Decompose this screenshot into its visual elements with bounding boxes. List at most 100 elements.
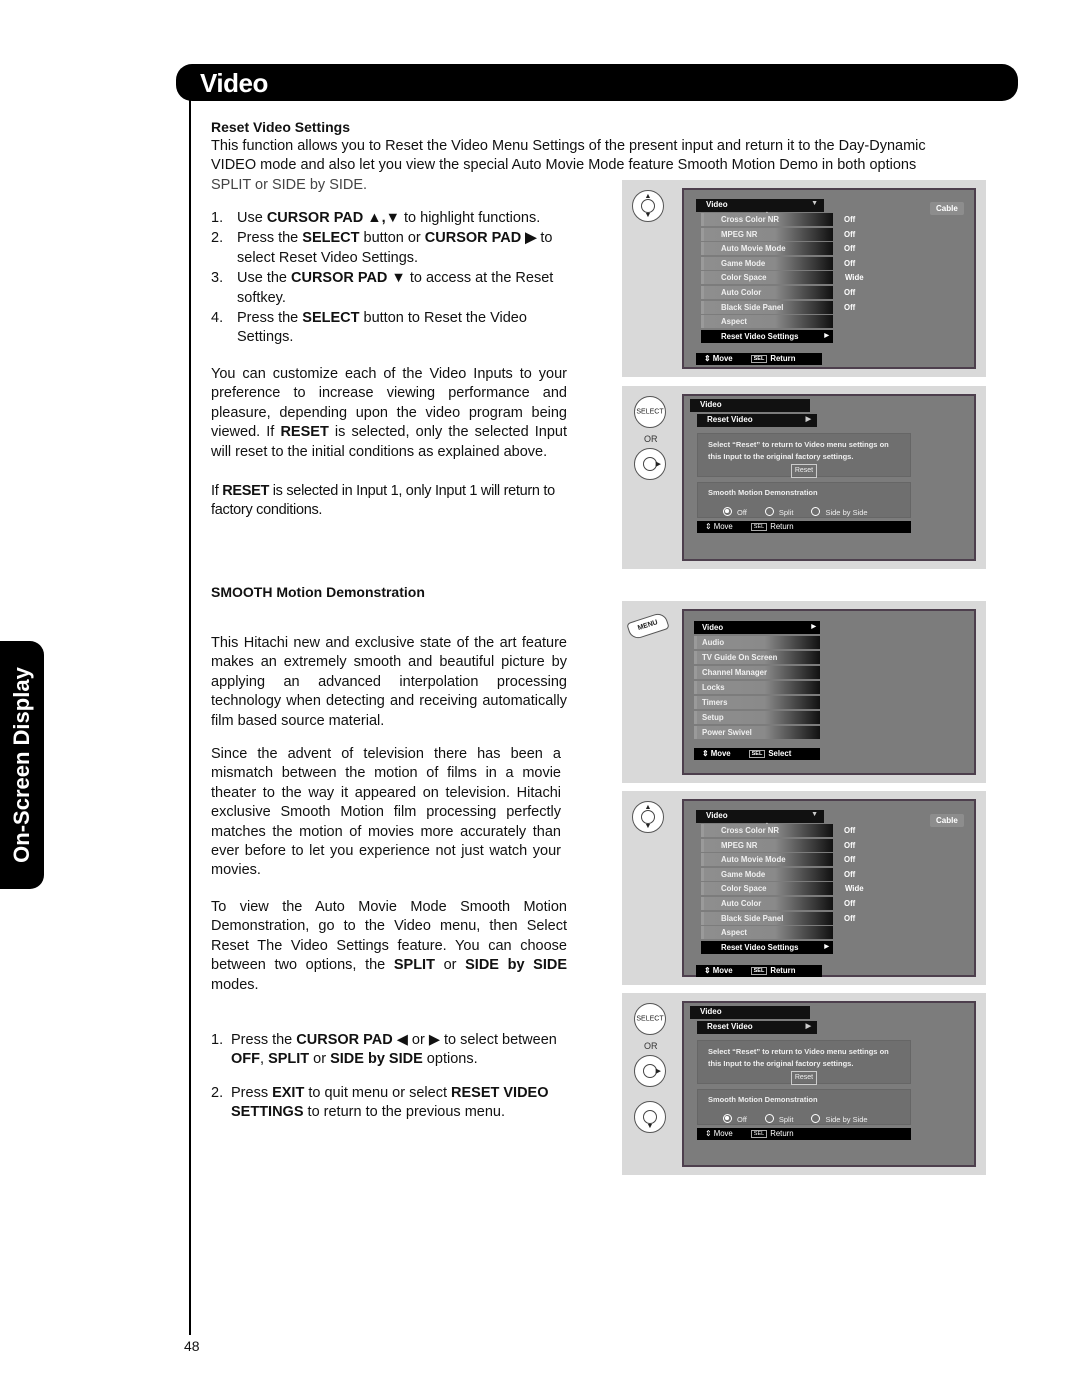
menu-footer: ⇕ Move SEL Return [696, 353, 822, 365]
menu-item-locks[interactable]: Locks [694, 681, 820, 694]
section-header: Video [176, 64, 1018, 101]
body-text: ◀ or ▶ to select between [392, 1032, 557, 1048]
menu-item-auto-movie-mode[interactable]: Auto Movie Mode [701, 242, 833, 256]
menu-item-timers[interactable]: Timers [694, 696, 820, 709]
radio-option-side-by-side[interactable]: Side by Side [811, 1114, 868, 1124]
menu-item-value: Off [844, 840, 856, 850]
step-item: 2. Press the SELECT button or CURSOR PAD … [211, 229, 567, 268]
menu-item-label: Auto Color [721, 899, 762, 908]
smooth-demo-box: Smooth Motion Demonstration Off Split Side… [697, 482, 911, 518]
reset-intro: This function allows you to Reset the Vi… [211, 138, 926, 174]
menu-item-auto-color[interactable]: Auto Color [701, 897, 833, 910]
radio-option-off[interactable]: Off [723, 1114, 747, 1124]
menu-item-audio[interactable]: Audio [694, 636, 820, 649]
menu-item-value: Off [844, 855, 856, 865]
menu-item-reset-video-settings[interactable]: Reset Video Settings ▶ [701, 940, 833, 954]
menu-item-label: Auto Movie Mode [721, 855, 786, 865]
radio-icon [764, 1114, 774, 1123]
menu-item-tv-guide-on-screen[interactable]: TV Guide On Screen [694, 651, 820, 664]
cursor-right-icon: ▶ [634, 1055, 666, 1087]
radio-label: Side by Side [825, 508, 868, 517]
menu-item-game-mode[interactable]: Game Mode [701, 256, 833, 270]
menu-item-aspect[interactable]: Aspect [701, 315, 833, 329]
step-item: 3. Use the CURSOR PAD ▼ to access at the … [211, 269, 567, 308]
menu-item-label: Reset Video Settings [721, 331, 799, 341]
submenu-arrow-icon: ▶ [824, 943, 829, 950]
menu-item-black-side-panel[interactable]: Black Side Panel [701, 911, 833, 925]
side-tab-label: On-Screen Display [9, 667, 34, 863]
body-text: to return to the previous menu. [303, 1104, 506, 1121]
radio-icon [723, 1114, 732, 1123]
menu-title: Video [690, 1006, 810, 1019]
menu-item-color-space[interactable]: Color Space [701, 882, 833, 896]
body-text: Press the [231, 1032, 297, 1048]
menu-item-value: Off [844, 258, 856, 268]
radio-option-off[interactable]: Off [723, 507, 747, 517]
menu-item-game-mode[interactable]: Game Mode [701, 867, 833, 881]
reset-message: Select “Reset” to return to Video menu s… [708, 1047, 889, 1068]
menu-item-video[interactable]: Video ▶ [694, 621, 820, 634]
menu-footer: ⇕ Move SEL Return [696, 965, 822, 977]
menu-item-label: MPEG NR [721, 840, 758, 850]
video-menu-panel-2: ▲▼ Video▼ ▲ Cable Cross Color NROffMPEG … [622, 791, 986, 985]
emphasis-text: SELECT [302, 230, 360, 247]
menu-item-label: Timers [702, 698, 728, 707]
menu-title: Video ▼ [696, 199, 824, 212]
menu-item-auto-movie-mode[interactable]: Auto Movie Mode [701, 853, 833, 867]
submenu-arrow-icon: ▶ [824, 332, 829, 339]
menu-item-black-side-panel[interactable]: Black Side Panel [701, 300, 833, 314]
menu-item-reset-video-settings[interactable]: Reset Video Settings ▶ [701, 329, 833, 343]
emphasis-text: SPLIT [393, 957, 435, 974]
reset-button[interactable]: Reset [790, 464, 818, 478]
step-number: 3. [211, 270, 224, 287]
source-badge: Cable [930, 814, 964, 827]
reset-menu-panel-1: SELECT OR ▶ Video Reset Video ▶ Select “R… [622, 386, 986, 569]
menu-footer: ⇕ Move SEL Return [697, 521, 911, 533]
menu-item-cross-color-nr[interactable]: Cross Color NR [701, 213, 833, 226]
side-tab: On-Screen Display [0, 641, 44, 889]
body-text: to quit menu or select [304, 1084, 452, 1101]
radio-option-side-by-side[interactable]: Side by Side [811, 507, 868, 517]
emphasis-text: SIDE by SIDE [465, 957, 567, 974]
menu-item-auto-color[interactable]: Auto Color [701, 286, 833, 299]
emphasis-text: SELECT [302, 310, 360, 327]
menu-item-color-space[interactable]: Color Space [701, 271, 833, 285]
tv-screen: Video ▶ Audio TV Guide On Screen Channel Man… [682, 609, 976, 775]
menu-item-label: Channel Manager [702, 668, 767, 677]
reset-paragraph-1: You can customize each of the Video Inpu… [211, 365, 567, 462]
demo-title: Smooth Motion Demonstration [708, 488, 818, 497]
menu-item-setup[interactable]: Setup [694, 711, 820, 724]
step-number: 1. [211, 1032, 224, 1048]
radio-option-split[interactable]: Split [764, 507, 793, 517]
menu-item-power-swivel[interactable]: Power Swivel [694, 726, 820, 739]
reset-button[interactable]: Reset [790, 1071, 818, 1085]
menu-item-label: Locks [702, 683, 725, 692]
reset-paragraph-2: If RESET is selected in Input 1, only In… [211, 482, 571, 521]
tv-screen: Video▼ ▲ Cable Cross Color NROffMPEG NRO… [682, 799, 976, 977]
menu-item-value: Off [844, 826, 856, 835]
menu-item-value: Off [844, 302, 856, 312]
menu-item-label: Power Swivel [702, 728, 752, 737]
menu-item-aspect[interactable]: Aspect [701, 926, 833, 940]
reset-heading: Reset Video Settings [211, 119, 351, 135]
menu-item-mpeg-nr[interactable]: MPEG NR [701, 838, 833, 852]
menu-item-channel-manager[interactable]: Channel Manager [694, 666, 820, 679]
menu-item-label: TV Guide On Screen [702, 653, 778, 662]
submenu-reset-video[interactable]: Reset Video ▶ [697, 1021, 817, 1034]
smooth-paragraph-2: Since the advent of television there has… [211, 746, 561, 879]
menu-item-mpeg-nr[interactable]: MPEG NR [701, 227, 833, 241]
menu-item-label: Black Side Panel [721, 913, 784, 923]
menu-item-label: Color Space [721, 884, 767, 894]
menu-item-label: Cross Color NR [721, 826, 780, 835]
tv-screen: Video▼ ▲ Cable Cross Color NROffMPEG NRO… [682, 188, 976, 369]
menu-item-label: Setup [702, 713, 724, 722]
radio-label: Off [737, 1115, 747, 1124]
menu-item-label: Cross Color NR [721, 215, 780, 224]
radio-option-split[interactable]: Split [764, 1114, 793, 1124]
body-text: modes. [211, 976, 259, 993]
menu-item-label: Auto Movie Mode [721, 244, 786, 254]
menu-item-cross-color-nr[interactable]: Cross Color NR [701, 824, 833, 837]
radio-label: Side by Side [825, 1115, 868, 1124]
radio-icon [811, 507, 821, 516]
submenu-reset-video[interactable]: Reset Video ▶ [697, 414, 817, 427]
